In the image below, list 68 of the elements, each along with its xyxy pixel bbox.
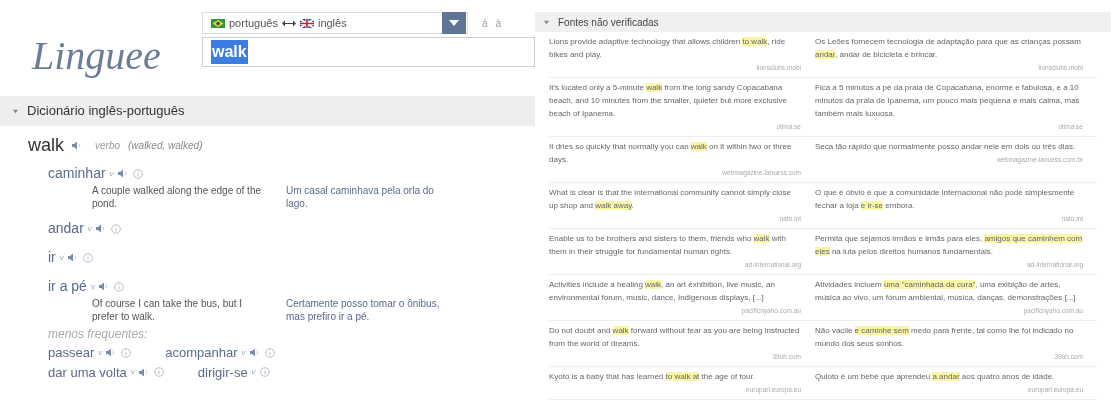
- translation-link[interactable]: ir: [48, 247, 56, 268]
- caret-icon[interactable]: [543, 18, 550, 26]
- portuguese-sentence: Quioto é um bebé que aprendeu a andar aos quatro anos de idade.: [815, 371, 1056, 383]
- info-icon[interactable]: [113, 281, 124, 292]
- english-sentence: Lions provide adaptive technology that allows children to walk, ride bikes and play.: [549, 36, 787, 61]
- speaker-icon[interactable]: [67, 253, 79, 262]
- english-sentence: It's located only a 5-minute walk from the long sandy Copacabana beach, and 10 minutes from the smaller, quieter but more exclusive beach of Ipanema.: [549, 82, 788, 120]
- accent-button[interactable]: à: [495, 15, 502, 31]
- portuguese-sentence: Atividades incluem uma "caminhada da cura", uma exibição de artes, música ao vivo, um fórum ambiental, música, danças, demonstrações [...]: [815, 279, 1077, 304]
- translation-link[interactable]: andar: [48, 218, 84, 239]
- section-title: Fontes não verificadas: [558, 15, 659, 30]
- portuguese-sentence: O que é óbvio é que a comunidade internacional não pode simplesmente fechar a loja e ir-se embora.: [815, 187, 1076, 212]
- portuguese-sentence: Não vacile e caminhe sem medo para frente, tal como lhe foi indicado no mundo dos seus sonhos.: [815, 325, 1075, 350]
- info-icon[interactable]: [110, 223, 121, 234]
- info-icon[interactable]: [259, 367, 270, 378]
- speaker-icon[interactable]: [138, 367, 150, 377]
- translation-link[interactable]: dirigir-se: [197, 362, 248, 382]
- speaker-icon[interactable]: [98, 282, 110, 291]
- headword: walk: [28, 134, 64, 157]
- english-sentence: What is clear is that the international community cannot simply close up shop and walk away.: [549, 187, 792, 212]
- caret-icon[interactable]: [12, 107, 19, 115]
- part-of-speech: v: [87, 222, 92, 235]
- part-of-speech: verbo: [95, 139, 121, 153]
- part-of-speech: v: [109, 167, 114, 180]
- info-icon[interactable]: [132, 168, 143, 179]
- portuguese-sentence: Seca tão rápido que normalmente posso andar nele em dois ou três dias.: [815, 141, 1077, 153]
- section-header[interactable]: Fontes não verificadas: [535, 12, 1111, 32]
- part-of-speech: v: [59, 251, 64, 264]
- linguee-logo[interactable]: Linguee: [32, 36, 202, 76]
- example-translation: Certamente posso tomar o ônibus, mas prefiro ir a pé.: [286, 297, 441, 323]
- part-of-speech: v: [98, 346, 103, 359]
- speaker-icon[interactable]: [249, 348, 261, 358]
- info-icon[interactable]: [121, 347, 132, 358]
- dropdown-button[interactable]: [442, 12, 466, 34]
- part-of-speech: v: [130, 366, 135, 379]
- swap-arrow-icon: [281, 19, 296, 27]
- part-of-speech: v: [90, 280, 95, 293]
- search-text: walk: [211, 40, 248, 64]
- flag-icon: [299, 18, 314, 28]
- source-language: português: [229, 15, 278, 31]
- part-of-speech: v: [241, 346, 246, 359]
- translation-link[interactable]: caminhar: [48, 163, 106, 184]
- section-header[interactable]: Dicionário inglês-português: [0, 96, 535, 126]
- translation-link[interactable]: passear: [48, 343, 95, 363]
- example-sentence: A couple walked along the edge of the pond.: [92, 184, 262, 210]
- search-field[interactable]: walk: [202, 37, 535, 67]
- less-frequent-label: menos frequentes:: [48, 326, 149, 343]
- dropdown-caret-icon: [449, 20, 459, 26]
- example-sentence: Of course I can take the bus, but I prefer to walk.: [92, 297, 244, 323]
- flag-icon: [211, 18, 225, 28]
- translation-link[interactable]: acompanhar: [165, 343, 238, 363]
- example-translation: Um casal caminhava pela orla do lago.: [286, 184, 435, 210]
- english-sentence: It dries so quickly that normally you can walk on it within two or three days.: [549, 141, 793, 166]
- info-icon[interactable]: [153, 367, 164, 378]
- accent-button[interactable]: á: [482, 15, 488, 31]
- section-title: Dicionário inglês-português: [27, 102, 185, 121]
- speaker-icon[interactable]: [95, 224, 107, 233]
- target-language: inglês: [317, 15, 347, 31]
- portuguese-sentence: Permita que sejamos irmãos e irmãs para eles, amigos que caminhem com eles na luta pelos direitos humanos fundamentais.: [815, 233, 1083, 258]
- speaker-icon[interactable]: [72, 141, 83, 150]
- verb-forms: (walked, walked): [128, 139, 203, 153]
- info-icon[interactable]: [82, 252, 93, 263]
- translation-link[interactable]: dar uma volta: [48, 362, 127, 382]
- part-of-speech: v: [251, 366, 256, 379]
- speaker-icon[interactable]: [117, 169, 129, 178]
- translation-link[interactable]: ir a pé: [48, 276, 87, 297]
- portuguese-sentence: Fica a 5 minutos a pé da praia de Copacabana, enorme e fabulosa, e a 10 minutos da praia de Ipanema, um pouco mais pequena e mais calma, mas também mais luxuosa.: [815, 82, 1081, 120]
- info-icon[interactable]: [264, 347, 275, 358]
